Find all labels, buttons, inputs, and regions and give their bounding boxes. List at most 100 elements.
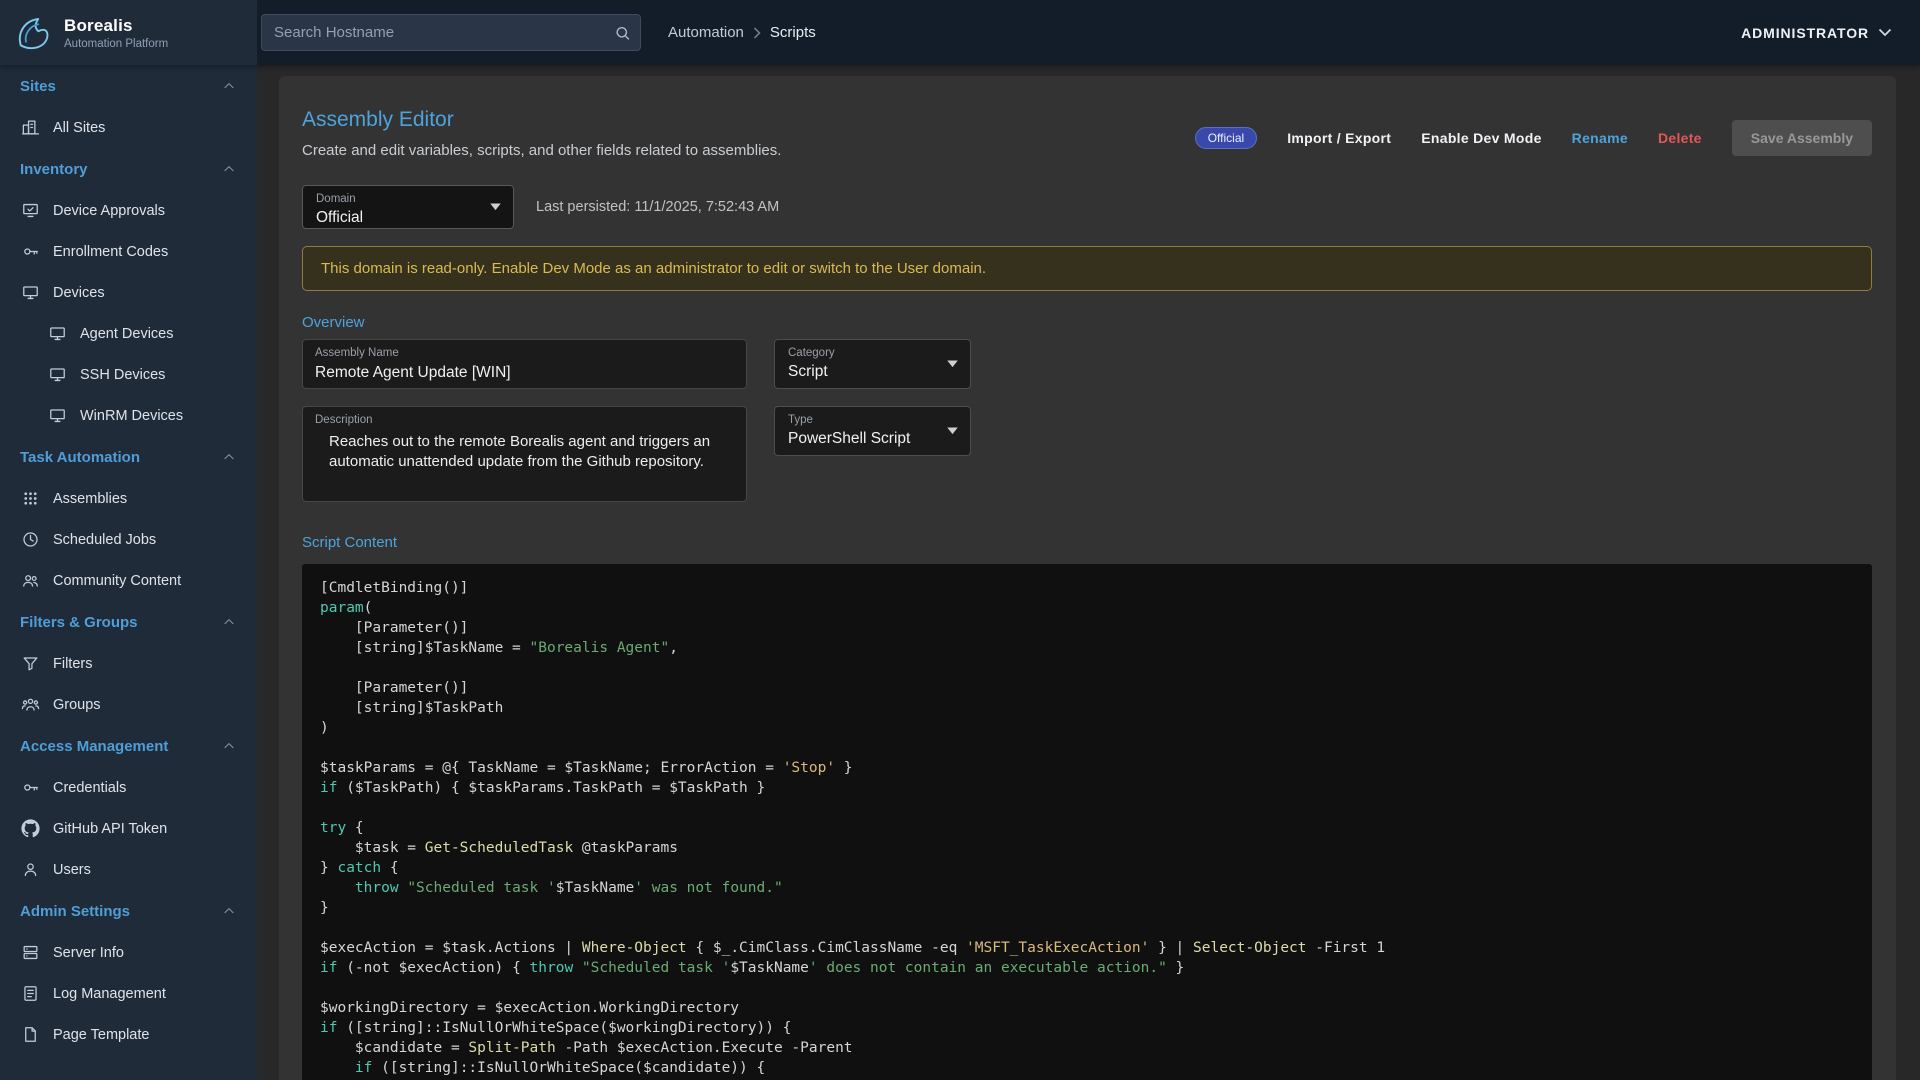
description-field[interactable]: Description Reaches out to the remote Bo… [302,406,747,502]
caret-down-icon [947,428,958,435]
official-domain-badge: Official [1195,127,1257,149]
type-select[interactable]: Type PowerShell Script [774,406,971,456]
user-menu[interactable]: ADMINISTRATOR [1741,25,1892,41]
people-icon [21,571,40,590]
caret-down-icon [490,204,501,211]
sidebar-item-device-approvals[interactable]: Device Approvals [0,190,257,231]
section-label: Access Management [20,738,168,755]
filter-icon [21,654,40,673]
domain-select[interactable]: Domain Official [302,185,514,229]
sidebar-section-sites[interactable]: Sites [0,65,257,107]
assembly-name-input[interactable] [315,364,734,382]
last-persisted-text: Last persisted: 11/1/2025, 7:52:43 AM [536,199,779,215]
sidebar-item-github-api-token[interactable]: GitHub API Token [0,808,257,849]
sidebar-item-server-info[interactable]: Server Info [0,932,257,973]
main-content: Assembly Editor Create and edit variable… [257,65,1920,1080]
sidebar-item-label: Page Template [53,1027,149,1043]
chevron-up-icon [221,78,237,94]
sidebar-item-label: Assemblies [53,491,127,507]
code-line: $taskParams = @{ TaskName = $TaskName; E… [320,758,1854,778]
sidebar-item-enrollment-codes[interactable]: Enrollment Codes [0,231,257,272]
page-subtitle: Create and edit variables, scripts, and … [302,142,781,159]
code-line: $execAction = $task.Actions | Where-Obje… [320,938,1854,958]
delete-button[interactable]: Delete [1658,130,1702,146]
borealis-logo-icon [12,12,54,54]
monitor-icon [48,406,67,425]
description-value: Reaches out to the remote Borealis agent… [315,432,734,472]
device-approval-icon [21,201,40,220]
code-line: $task = Get-ScheduledTask @taskParams [320,838,1854,858]
code-line: ) [320,718,1854,738]
sidebar-item-winrm-devices[interactable]: WinRM Devices [0,395,257,436]
clock-icon [21,530,40,549]
sidebar-item-label: Device Approvals [53,203,165,219]
sidebar-item-ssh-devices[interactable]: SSH Devices [0,354,257,395]
sidebar-item-label: Agent Devices [80,326,174,342]
grid-icon [21,489,40,508]
breadcrumb-item-automation[interactable]: Automation [668,24,744,41]
sidebar-item-groups[interactable]: Groups [0,684,257,725]
chevron-down-icon [1878,28,1892,37]
sidebar-item-assemblies[interactable]: Assemblies [0,478,257,519]
chevron-right-icon [753,27,761,39]
code-line: [Parameter()] [320,618,1854,638]
type-value: PowerShell Script [788,430,934,448]
code-line [320,978,1854,998]
sidebar-item-filters[interactable]: Filters [0,643,257,684]
sidebar-item-all-sites[interactable]: All Sites [0,107,257,148]
sidebar-item-label: Groups [53,697,101,713]
category-select[interactable]: Category Script [774,339,971,389]
sidebar-section-task-automation[interactable]: Task Automation [0,436,257,478]
script-editor[interactable]: [CmdletBinding()]param( [Parameter()] [s… [302,564,1872,1080]
rename-button[interactable]: Rename [1572,130,1628,146]
import-export-button[interactable]: Import / Export [1287,130,1391,146]
assembly-name-field[interactable]: Assembly Name [302,339,747,389]
sidebar-item-devices[interactable]: Devices [0,272,257,313]
section-label: Sites [20,78,56,95]
page-title: Assembly Editor [302,108,781,132]
sidebar-item-agent-devices[interactable]: Agent Devices [0,313,257,354]
breadcrumb: Automation Scripts [668,24,816,41]
sidebar-item-label: Devices [53,285,105,301]
chevron-up-icon [221,903,237,919]
sidebar-item-label: GitHub API Token [53,821,167,837]
section-label: Filters & Groups [20,614,138,631]
code-line [320,798,1854,818]
code-line: [string]$TaskName = "Borealis Agent", [320,638,1854,658]
github-icon [21,819,40,838]
sidebar-nav: Sites All SitesInventory Device Approvals E… [0,65,257,1080]
sidebar-section-access-management[interactable]: Access Management [0,725,257,767]
sidebar-item-label: Log Management [53,986,166,1002]
sidebar-section-inventory[interactable]: Inventory [0,148,257,190]
enable-dev-mode-button[interactable]: Enable Dev Mode [1421,130,1541,146]
brand[interactable]: Borealis Automation Platform [0,0,257,65]
sidebar-section-filters-groups[interactable]: Filters & Groups [0,601,257,643]
sidebar-item-label: WinRM Devices [80,408,183,424]
user-menu-label: ADMINISTRATOR [1741,25,1869,41]
sidebar-item-log-management[interactable]: Log Management [0,973,257,1014]
chevron-up-icon [221,161,237,177]
search-input[interactable] [261,14,641,51]
sidebar-item-credentials[interactable]: Credentials [0,767,257,808]
sidebar-item-scheduled-jobs[interactable]: Scheduled Jobs [0,519,257,560]
code-line: } [320,898,1854,918]
sidebar-item-label: Users [53,862,91,878]
code-line: if ($TaskPath) { $taskParams.TaskPath = … [320,778,1854,798]
readonly-warning-banner: This domain is read-only. Enable Dev Mod… [302,246,1872,291]
overview-section-label: Overview [302,314,1872,331]
log-icon [21,984,40,1003]
description-label: Description [315,414,734,427]
server-icon [21,943,40,962]
breadcrumb-item-scripts[interactable]: Scripts [770,24,816,41]
monitor-icon [48,324,67,343]
search-box [261,14,641,51]
code-line: $candidate = Split-Path -Path $execActio… [320,1038,1854,1058]
sidebar-item-page-template[interactable]: Page Template [0,1014,257,1055]
code-line [320,918,1854,938]
sidebar-item-users[interactable]: Users [0,849,257,890]
code-line: [CmdletBinding()] [320,578,1854,598]
panel-header: Assembly Editor Create and edit variable… [302,108,1872,159]
sidebar-section-admin-settings[interactable]: Admin Settings [0,890,257,932]
sidebar-item-label: Credentials [53,780,126,796]
sidebar-item-community-content[interactable]: Community Content [0,560,257,601]
